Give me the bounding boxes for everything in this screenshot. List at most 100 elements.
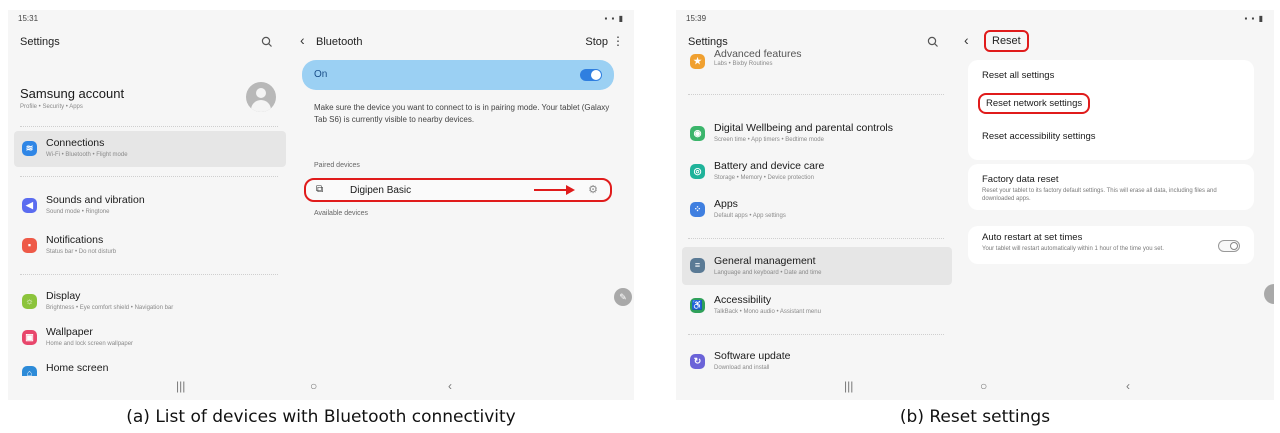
status-bar: 15:31 ▪ ▪ ▮ xyxy=(8,10,634,26)
avatar[interactable] xyxy=(246,82,276,112)
auto-restart-toggle[interactable] xyxy=(1218,240,1240,252)
gear-icon[interactable]: ⚙ xyxy=(588,183,598,196)
menu-item-sounds[interactable]: ◀ Sounds and vibration Sound mode • Ring… xyxy=(14,188,286,224)
menu-item-title: Accessibility xyxy=(714,294,772,306)
samsung-account-title[interactable]: Samsung account xyxy=(20,86,124,101)
navigation-bar: ||| ○ ‹ xyxy=(8,376,634,400)
speaker-icon: ◀ xyxy=(22,198,37,213)
tablet-device-icon: ⧉ xyxy=(316,184,324,195)
divider xyxy=(688,238,944,239)
battery-icon: ◎ xyxy=(690,164,705,179)
recents-button[interactable]: ||| xyxy=(176,379,185,393)
reset-pane: ‹ Reset Reset all settings Reset network… xyxy=(956,26,1274,376)
update-icon: ↻ xyxy=(690,354,705,369)
available-devices-label: Available devices xyxy=(314,210,368,217)
reset-network-settings[interactable]: Reset network settings xyxy=(978,93,1091,114)
reset-accessibility-settings[interactable]: Reset accessibility settings xyxy=(982,131,1096,142)
bluetooth-screenshot-panel: 15:31 ▪ ▪ ▮ Settings Samsung account Pro… xyxy=(8,10,634,400)
image-icon: ▣ xyxy=(22,330,37,345)
menu-item-home-screen[interactable]: ⌂ Home screen xyxy=(14,356,286,376)
auto-restart-card[interactable]: Auto restart at set times Your tablet wi… xyxy=(968,226,1254,264)
bluetooth-on-label: On xyxy=(314,69,328,80)
caption-b: (b) Reset settings xyxy=(899,407,1051,427)
factory-data-reset-description: Reset your tablet to its factory default… xyxy=(982,188,1217,202)
menu-item-battery[interactable]: ◎ Battery and device care Storage • Memo… xyxy=(682,154,952,190)
apps-icon: ⁘ xyxy=(690,202,705,217)
menu-item-title: Sounds and vibration xyxy=(46,194,145,206)
menu-item-notifications[interactable]: ▪ Notifications Status bar • Do not dist… xyxy=(14,228,286,264)
search-icon[interactable] xyxy=(260,35,274,49)
divider xyxy=(20,176,278,177)
menu-item-apps[interactable]: ⁘ Apps Default apps • App settings xyxy=(682,192,952,228)
menu-item-advanced-features[interactable]: ★ Advanced features Labs • Bixby Routine… xyxy=(682,48,952,76)
home-button[interactable]: ○ xyxy=(980,379,987,393)
reset-all-settings[interactable]: Reset all settings xyxy=(982,70,1054,81)
home-button[interactable]: ○ xyxy=(310,379,317,393)
menu-item-title: General management xyxy=(714,255,816,267)
menu-item-subtitle: Home and lock screen wallpaper xyxy=(46,341,134,347)
menu-item-title: Connections xyxy=(46,137,105,149)
back-button[interactable]: ‹ xyxy=(964,32,969,48)
menu-item-subtitle: TalkBack • Mono audio • Assistant menu xyxy=(714,309,821,315)
menu-item-subtitle: Wi-Fi • Bluetooth • Flight mode xyxy=(46,152,128,158)
settings-title: Settings xyxy=(20,36,60,48)
search-icon[interactable] xyxy=(926,35,940,49)
menu-item-general-management[interactable]: ≡ General management Language and keyboa… xyxy=(682,247,952,285)
device-name: Digipen Basic xyxy=(350,185,412,196)
menu-item-title: Home screen xyxy=(46,362,109,374)
edge-panel-handle[interactable] xyxy=(1264,284,1274,304)
caption-a: (a) List of devices with Bluetooth conne… xyxy=(126,407,516,427)
back-button[interactable]: ‹ xyxy=(300,32,305,48)
wellbeing-icon: ◉ xyxy=(690,126,705,141)
menu-item-subtitle: Default apps • App settings xyxy=(714,213,786,219)
auto-restart-title[interactable]: Auto restart at set times xyxy=(982,232,1082,243)
menu-item-title: Apps xyxy=(714,198,738,210)
menu-item-title: Advanced features xyxy=(714,48,802,60)
sliders-icon: ≡ xyxy=(690,258,705,273)
menu-item-wallpaper[interactable]: ▣ Wallpaper Home and lock screen wallpap… xyxy=(14,320,286,356)
bell-icon: ▪ xyxy=(22,238,37,253)
status-time: 15:31 xyxy=(18,14,39,23)
home-icon: ⌂ xyxy=(22,366,37,376)
menu-item-subtitle: Language and keyboard • Date and time xyxy=(714,270,822,276)
accessibility-icon: ♿ xyxy=(690,298,705,313)
menu-item-title: Software update xyxy=(714,350,791,362)
menu-item-subtitle: Status bar • Do not disturb xyxy=(46,249,117,255)
bluetooth-master-switch[interactable]: On xyxy=(302,60,614,90)
menu-item-software-update[interactable]: ↻ Software update Download and install xyxy=(682,344,952,376)
back-nav-button[interactable]: ‹ xyxy=(448,379,452,393)
settings-list-pane: Settings Samsung account Profile • Secur… xyxy=(8,26,290,376)
status-icons: ▪ ▪ ▮ xyxy=(1244,14,1264,23)
menu-item-title: Battery and device care xyxy=(714,160,825,172)
back-nav-button[interactable]: ‹ xyxy=(1126,379,1130,393)
menu-item-subtitle: Screen time • App timers • Bedtime mode xyxy=(714,137,824,143)
edit-pencil-icon[interactable]: ✎ xyxy=(614,288,632,306)
menu-item-title: Digital Wellbeing and parental controls xyxy=(714,122,893,134)
wifi-icon: ≋ xyxy=(22,141,37,156)
menu-item-subtitle: Download and install xyxy=(714,365,770,371)
menu-item-display[interactable]: ☼ Display Brightness • Eye comfort shiel… xyxy=(14,284,286,320)
recents-button[interactable]: ||| xyxy=(844,379,853,393)
bluetooth-toggle[interactable] xyxy=(580,69,602,81)
more-options-icon[interactable]: ⋮ xyxy=(612,34,624,48)
menu-item-digital-wellbeing[interactable]: ◉ Digital Wellbeing and parental control… xyxy=(682,116,952,152)
page-title: Bluetooth xyxy=(316,36,363,48)
factory-reset-card[interactable]: Factory data reset Reset your tablet to … xyxy=(968,164,1254,210)
divider xyxy=(20,274,278,275)
navigation-bar: ||| ○ ‹ xyxy=(676,376,1274,400)
settings-title: Settings xyxy=(688,36,728,48)
menu-item-connections[interactable]: ≋ Connections Wi-Fi • Bluetooth • Flight… xyxy=(14,131,286,167)
paired-device-item[interactable]: ⧉ Digipen Basic ⚙ xyxy=(304,178,612,202)
menu-item-subtitle: Labs • Bixby Routines xyxy=(714,61,773,67)
menu-item-subtitle: Storage • Memory • Device protection xyxy=(714,175,814,181)
pairing-info-text: Make sure the device you want to connect… xyxy=(314,103,610,124)
stop-button[interactable]: Stop xyxy=(585,36,608,48)
bluetooth-pane: ‹ Bluetooth Stop ⋮ On Make sure the devi… xyxy=(290,26,634,376)
menu-item-accessibility[interactable]: ♿ Accessibility TalkBack • Mono audio • … xyxy=(682,288,952,324)
factory-data-reset[interactable]: Factory data reset xyxy=(982,174,1059,185)
menu-item-subtitle: Sound mode • Ringtone xyxy=(46,209,110,215)
menu-item-title: Wallpaper xyxy=(46,326,93,338)
reset-screenshot-panel: 15:39 ▪ ▪ ▮ Settings ★ Advanced features… xyxy=(676,10,1274,400)
menu-item-subtitle: Brightness • Eye comfort shield • Naviga… xyxy=(46,305,174,311)
menu-item-title: Display xyxy=(46,290,81,302)
